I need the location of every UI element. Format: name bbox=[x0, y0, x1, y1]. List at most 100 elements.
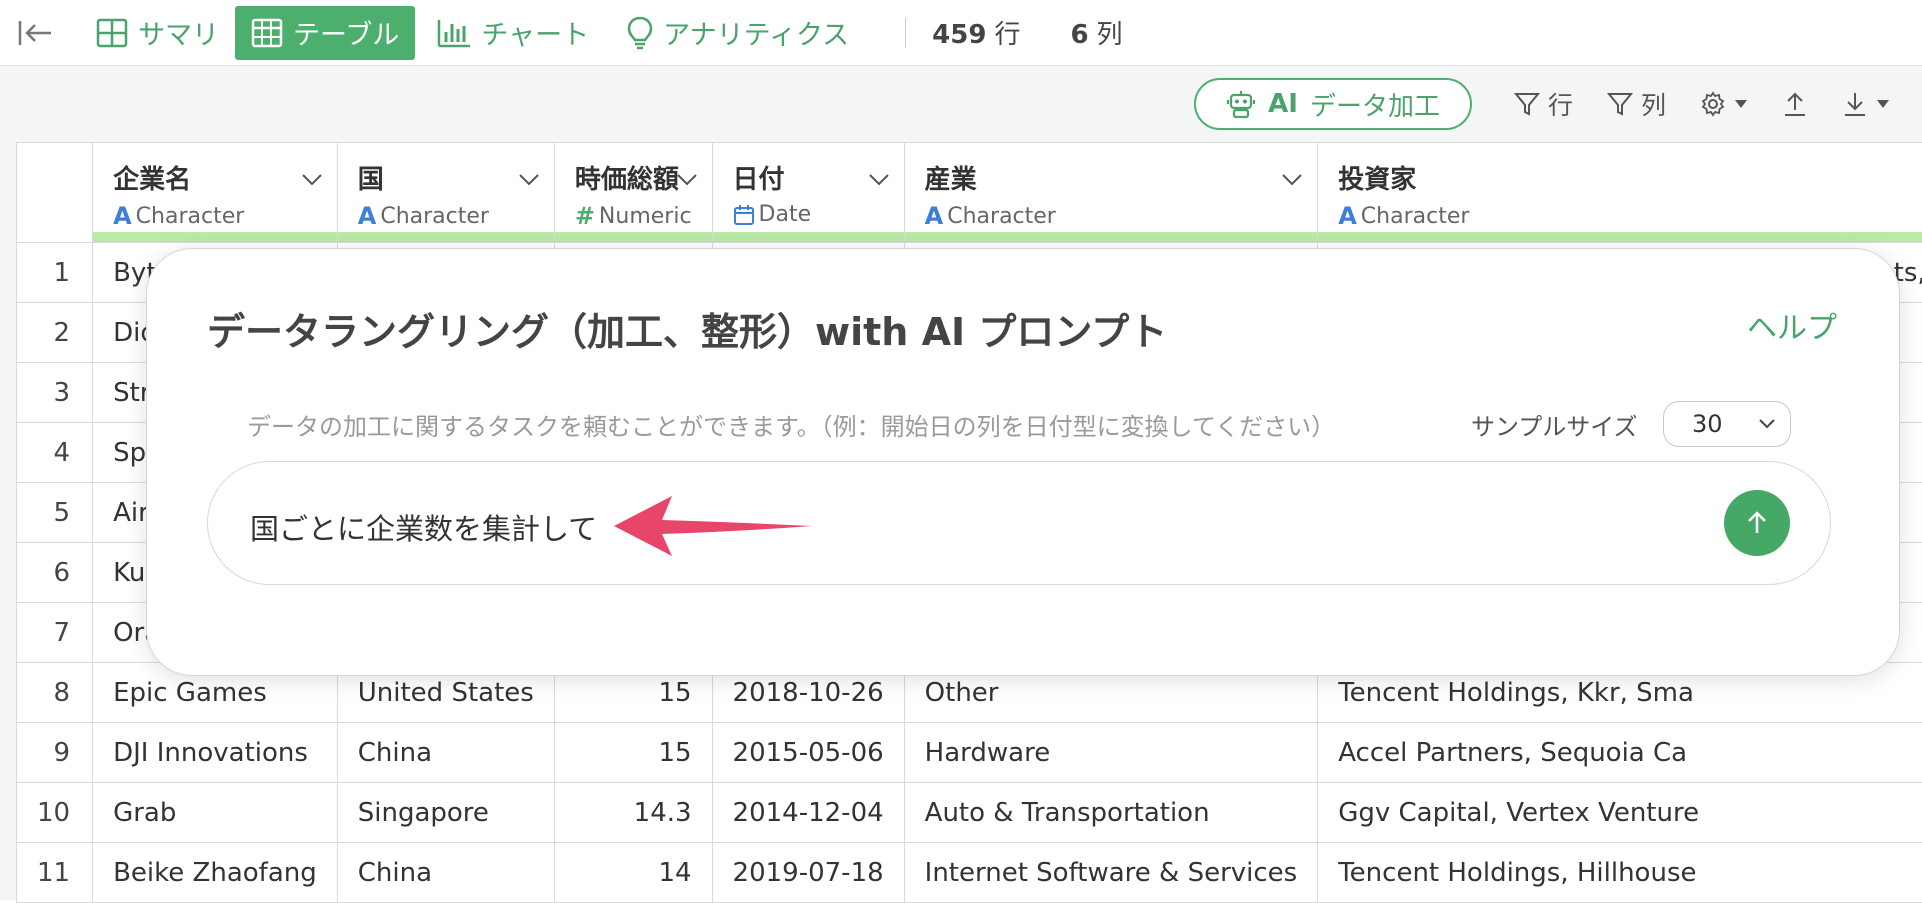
table-cell[interactable]: Hardware bbox=[904, 723, 1318, 783]
column-name: 企業名 bbox=[113, 159, 317, 196]
sample-size-value: 30 bbox=[1692, 410, 1723, 438]
table-row[interactable]: 10GrabSingapore14.32014-12-04Auto & Tran… bbox=[17, 783, 1922, 843]
divider bbox=[905, 18, 906, 48]
filter-icon bbox=[1514, 91, 1540, 117]
table-header-row: 企業名 ACharacter 国 ACharacter 時価総額 #Numeri… bbox=[17, 143, 1922, 243]
filter-columns-button[interactable]: 列 bbox=[1595, 78, 1678, 130]
chevron-down-icon bbox=[1758, 418, 1776, 430]
table-cell[interactable]: China bbox=[337, 723, 554, 783]
column-unit: 列 bbox=[1097, 14, 1123, 51]
prompt-input[interactable]: 国ごとに企業数を集計して bbox=[207, 461, 1831, 585]
column-quality-bar bbox=[338, 232, 554, 242]
row-index: 6 bbox=[17, 543, 93, 603]
table-cell[interactable]: Ggv Capital, Vertex Venture bbox=[1318, 783, 1922, 843]
tab-summary-label: サマリ bbox=[138, 13, 219, 52]
lightbulb-icon bbox=[627, 16, 653, 50]
prompt-input-value[interactable]: 国ごとに企業数を集計して bbox=[250, 506, 597, 548]
tab-summary[interactable]: サマリ bbox=[80, 6, 235, 60]
settings-dropdown-button[interactable] bbox=[1688, 78, 1760, 130]
row-index: 4 bbox=[17, 423, 93, 483]
row-column-count: 459 行 6 列 bbox=[932, 14, 1122, 51]
table-cell[interactable]: Singapore bbox=[337, 783, 554, 843]
table-cell[interactable]: 2014-12-04 bbox=[712, 783, 904, 843]
ai-button-label: データ加工 bbox=[1310, 86, 1440, 123]
sample-size-select[interactable]: 30 bbox=[1663, 401, 1791, 447]
column-header[interactable]: 企業名 ACharacter bbox=[93, 143, 338, 243]
import-dropdown-button[interactable] bbox=[1830, 78, 1902, 130]
annotation-arrow-icon bbox=[610, 490, 820, 560]
column-header[interactable]: 時価総額 #Numeric bbox=[554, 143, 712, 243]
column-type-label: Numeric bbox=[599, 204, 692, 229]
dialog-title: データラングリング（加工、整形）with AI プロンプト bbox=[207, 301, 1167, 356]
table-cell[interactable]: 2015-05-06 bbox=[712, 723, 904, 783]
chevron-down-icon[interactable] bbox=[676, 173, 698, 187]
chevron-down-icon[interactable] bbox=[301, 173, 323, 187]
table-cell[interactable]: 14.3 bbox=[554, 783, 712, 843]
upload-icon bbox=[1782, 90, 1808, 118]
row-count: 459 bbox=[932, 20, 986, 50]
chevron-down-icon[interactable] bbox=[868, 173, 890, 187]
tab-table[interactable]: テーブル bbox=[235, 6, 415, 60]
character-type-icon: A bbox=[1338, 202, 1357, 230]
column-type: ACharacter bbox=[925, 202, 1298, 230]
export-button[interactable] bbox=[1770, 78, 1820, 130]
column-type-label: Character bbox=[380, 204, 489, 229]
sample-size-label: サンプルサイズ bbox=[1471, 407, 1638, 442]
arrow-up-icon bbox=[1743, 509, 1771, 537]
chevron-down-icon[interactable] bbox=[1281, 173, 1303, 187]
robot-icon bbox=[1226, 89, 1256, 119]
table-cell[interactable]: Auto & Transportation bbox=[904, 783, 1318, 843]
table-row[interactable]: 11Beike ZhaofangChina142019-07-18Interne… bbox=[17, 843, 1922, 903]
column-quality-bar bbox=[713, 232, 904, 242]
table-cell[interactable]: Internet Software & Services bbox=[904, 843, 1318, 903]
filter-icon bbox=[1607, 91, 1633, 117]
ai-data-wrangling-button[interactable]: AI データ加工 bbox=[1194, 78, 1472, 130]
row-index: 11 bbox=[17, 843, 93, 903]
collapse-back-button[interactable] bbox=[0, 6, 70, 60]
column-type: Date bbox=[733, 202, 884, 227]
column-header[interactable]: 産業 ACharacter bbox=[904, 143, 1318, 243]
column-quality-bar bbox=[93, 232, 337, 242]
filter-rows-button[interactable]: 行 bbox=[1502, 78, 1585, 130]
column-header[interactable]: 日付 Date bbox=[712, 143, 904, 243]
prompt-hint-text: データの加工に関するタスクを頼むことができます。（例：開始日の列を日付型に変換し… bbox=[247, 407, 1335, 442]
ai-button-bold-label: AI bbox=[1268, 89, 1298, 119]
back-arrow-icon bbox=[17, 18, 53, 48]
table-cell[interactable]: DJI Innovations bbox=[93, 723, 338, 783]
tab-analytics-label: アナリティクス bbox=[663, 13, 849, 52]
help-link[interactable]: ヘルプ bbox=[1747, 303, 1837, 347]
row-index: 1 bbox=[17, 243, 93, 303]
column-name: 国 bbox=[358, 159, 534, 196]
column-header[interactable]: 国 ACharacter bbox=[337, 143, 554, 243]
top-navigation-bar: サマリ テーブル チャート アナリティクス 459 bbox=[0, 0, 1922, 66]
column-type: ACharacter bbox=[1338, 202, 1922, 230]
table-cell[interactable]: Grab bbox=[93, 783, 338, 843]
table-outline-icon bbox=[96, 18, 128, 48]
column-type-label: Character bbox=[947, 204, 1056, 229]
table-cell[interactable]: 15 bbox=[554, 723, 712, 783]
filter-columns-label: 列 bbox=[1641, 86, 1666, 122]
character-type-icon: A bbox=[113, 202, 132, 230]
table-row[interactable]: 9DJI InnovationsChina152015-05-06Hardwar… bbox=[17, 723, 1922, 783]
table-cell[interactable]: Beike Zhaofang bbox=[93, 843, 338, 903]
tab-analytics[interactable]: アナリティクス bbox=[611, 6, 865, 60]
table-cell[interactable]: Accel Partners, Sequoia Ca bbox=[1318, 723, 1922, 783]
table-cell[interactable]: China bbox=[337, 843, 554, 903]
table-cell[interactable]: 2019-07-18 bbox=[712, 843, 904, 903]
row-unit: 行 bbox=[994, 14, 1020, 51]
column-name: 投資家 bbox=[1338, 159, 1922, 196]
gear-icon bbox=[1700, 91, 1726, 117]
column-quality-bar bbox=[555, 232, 712, 242]
row-index: 8 bbox=[17, 663, 93, 723]
table-cell[interactable]: Tencent Holdings, Hillhouse bbox=[1318, 843, 1922, 903]
tab-chart[interactable]: チャート bbox=[421, 6, 605, 60]
caret-down-icon bbox=[1876, 99, 1890, 109]
send-button[interactable] bbox=[1724, 490, 1790, 556]
row-index: 7 bbox=[17, 603, 93, 663]
table-cell[interactable]: 14 bbox=[554, 843, 712, 903]
row-index: 10 bbox=[17, 783, 93, 843]
column-type: ACharacter bbox=[358, 202, 534, 230]
chevron-down-icon[interactable] bbox=[518, 173, 540, 187]
calendar-icon bbox=[733, 204, 755, 226]
column-header[interactable]: 投資家 ACharacter bbox=[1318, 143, 1922, 243]
